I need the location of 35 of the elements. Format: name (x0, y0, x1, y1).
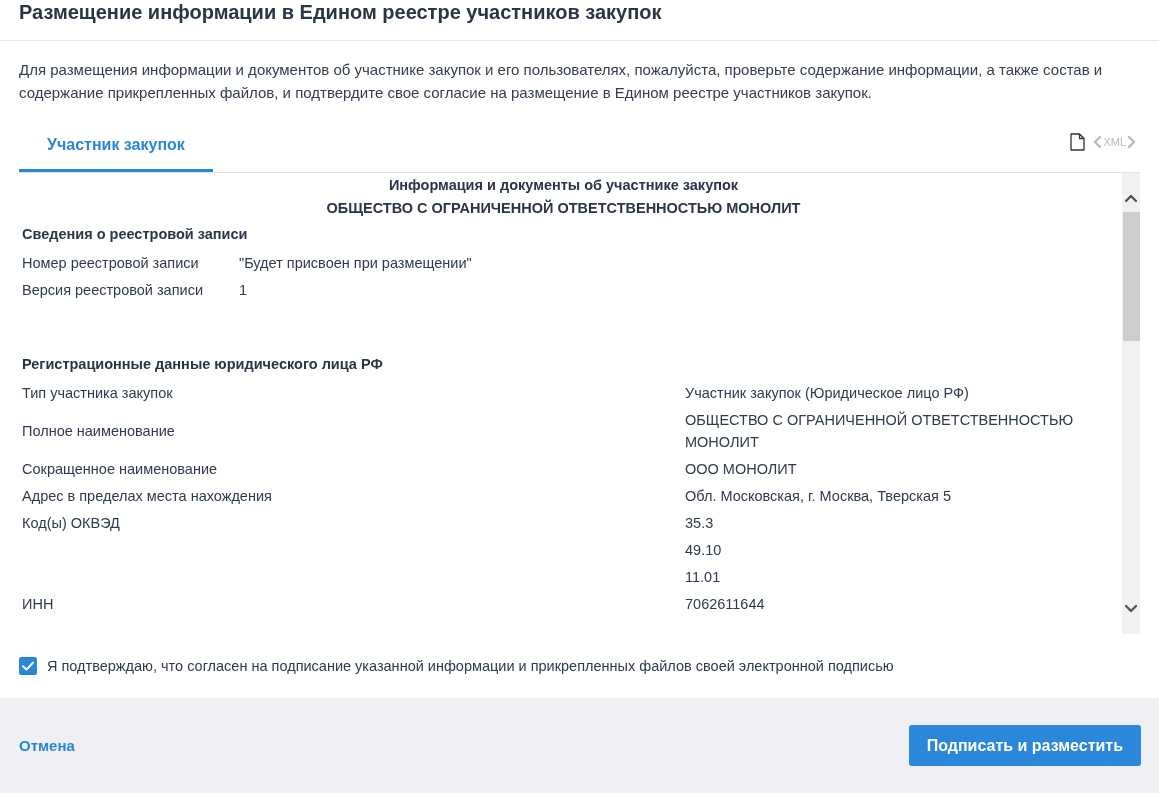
consent-label: Я подтверждаю, что согласен на подписание указанной информации и прикрепленных файлов своей электронной подписью (47, 657, 894, 676)
field-value: 1 (239, 280, 249, 300)
field-value: "Будет присвоен при размещении" (239, 253, 473, 273)
chevron-left-icon (1093, 136, 1102, 148)
consent-checkbox[interactable] (19, 657, 37, 675)
field-value: ООО МОНОЛИТ (685, 459, 798, 479)
field-value: Обл. Московская, г. Москва, Тверская 5 (685, 486, 952, 506)
scroll-up-icon[interactable] (1125, 194, 1137, 202)
description-text: Для размещения информации и документов об участнике закупок и его пользователях, пожалуйста, проверьте содержание информации, а также состав и содержание прикрепленных файлов, и подтвердите свое согласие на размещение в Едином реестре участников закупок. (19, 60, 1104, 103)
dialog-title: Размещение информации в Едином реестре участников закупок (19, 0, 663, 24)
document-icon[interactable] (1070, 133, 1086, 151)
field-value: 11.01 (685, 567, 722, 587)
tab[interactable]: Участник закупок (19, 120, 213, 172)
submit-button[interactable]: Подписать и разместить (908, 725, 1141, 766)
field-label: Версия реестровой записи (22, 280, 203, 300)
field-value: 7062611644 (685, 594, 766, 614)
field-label: Номер реестровой записи (22, 253, 200, 273)
field-label: Адрес в пределах места нахождения (22, 486, 273, 506)
section-title: Сведения о реестровой записи (22, 225, 249, 244)
field-label: ИНН (22, 594, 55, 614)
field-value: 35.3 (685, 513, 715, 533)
cancel-link[interactable]: Отмена (19, 737, 75, 754)
chevron-right-icon (1128, 136, 1136, 148)
document-subject: ОБЩЕСТВО С ОГРАНИЧЕННОЙ ОТВЕТСТВЕННОСТЬЮ МОНОЛИТ (325, 198, 802, 218)
document-heading: Информация и документы об участнике закупок (387, 176, 740, 195)
section-title: Регистрационные данные юридического лица РФ (22, 355, 384, 374)
field-value: Участник закупок (Юридическое лицо РФ) (685, 383, 970, 403)
field-label: Сокращенное наименование (22, 459, 219, 479)
scroll-down-icon[interactable] (1125, 605, 1137, 613)
scrollbar-thumb[interactable] (1123, 212, 1140, 341)
field-label: Полное наименование (22, 421, 176, 441)
field-label: Код(ы) ОКВЭД (22, 513, 121, 533)
field-value: 49.10 (685, 540, 723, 560)
field-label: Тип участника закупок (22, 383, 174, 403)
field-value: ОБЩЕСТВО С ОГРАНИЧЕННОЙ ОТВЕТСТВЕННОСТЬЮ МОНОЛИТ (685, 410, 1075, 452)
